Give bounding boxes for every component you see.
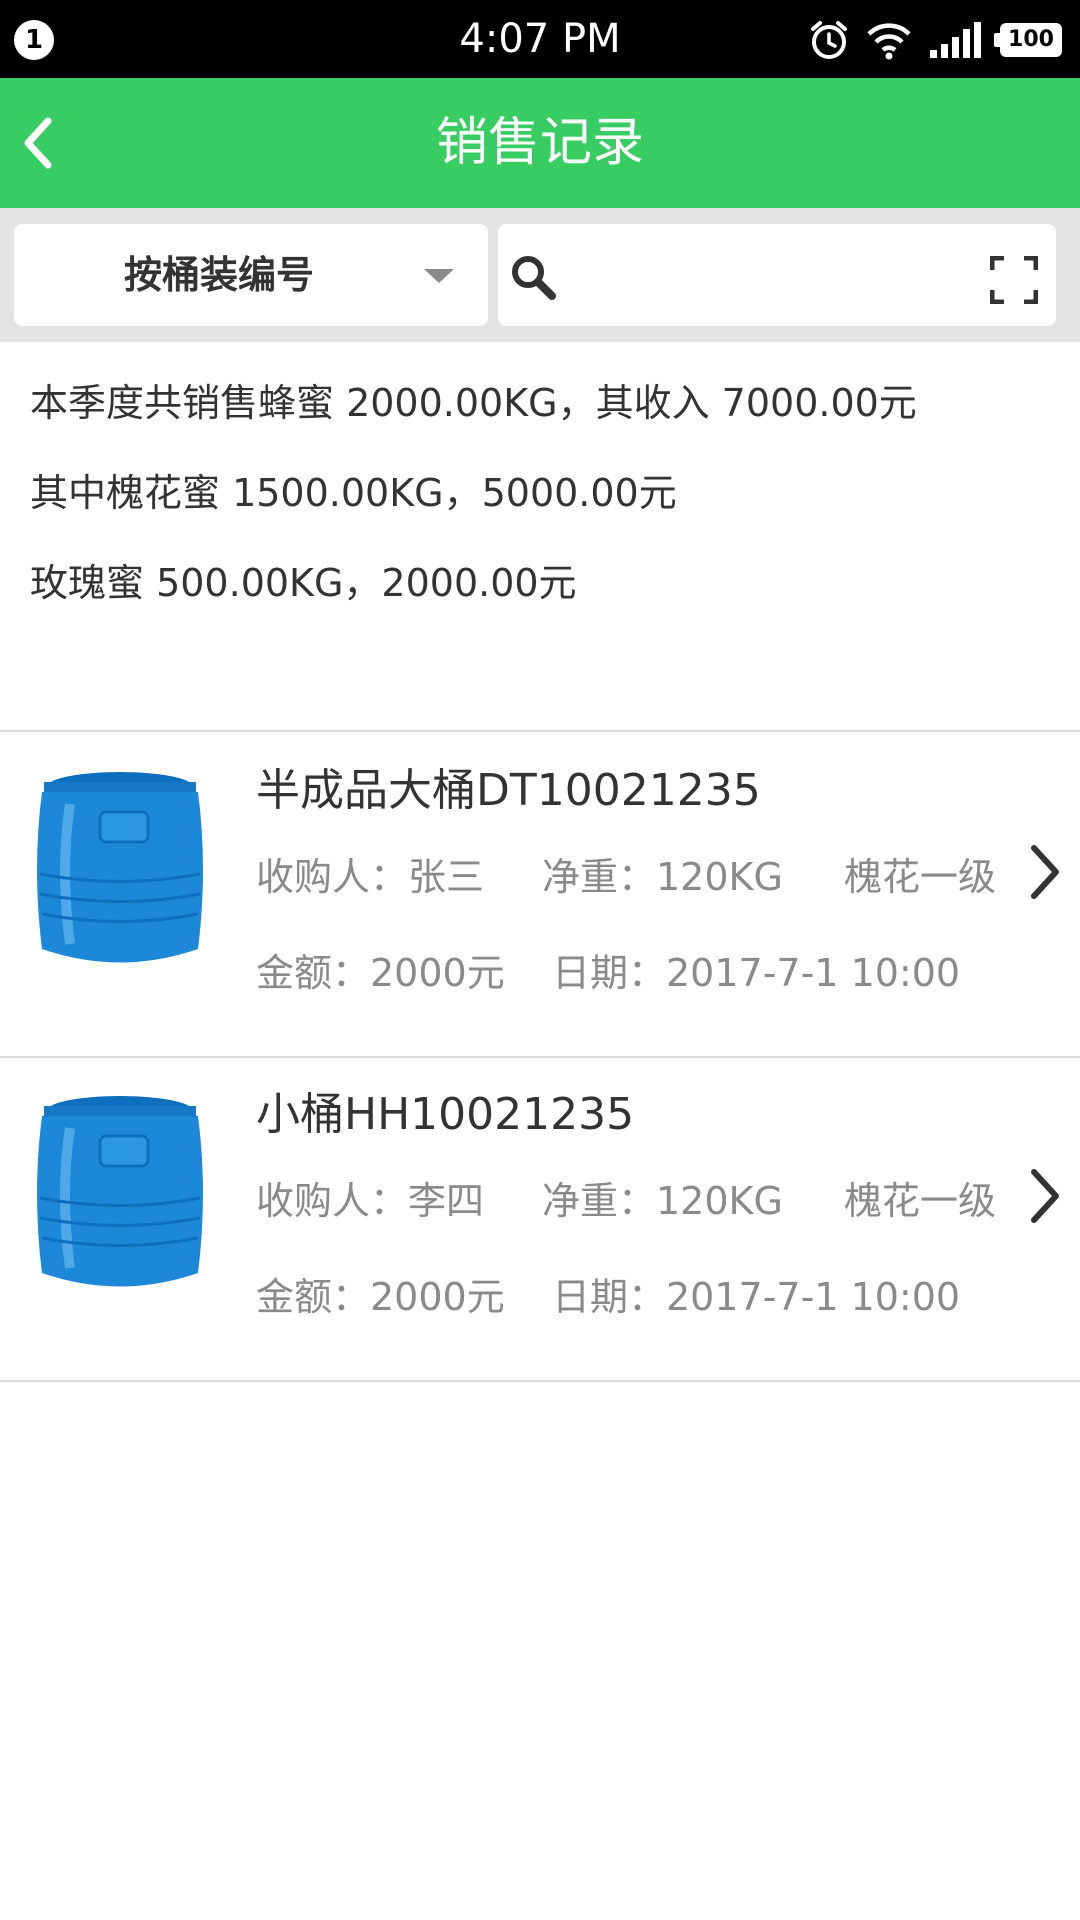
record-title: 小桶HH10021235 <box>256 1089 635 1140</box>
record-buyer: 收购人：李四 <box>256 1179 485 1223</box>
summary-locust-honey: 其中槐花蜜 1500.00KG，5000.00元 <box>30 471 677 515</box>
record-title: 半成品大桶DT10021235 <box>256 765 761 816</box>
record-buyer: 收购人：张三 <box>256 855 485 899</box>
app-header: 销售记录 <box>0 78 1080 208</box>
filter-type-select[interactable]: 按桶装编号 <box>14 224 488 326</box>
scan-icon[interactable] <box>990 256 1038 304</box>
record-amount: 金额：2000元 <box>256 1275 505 1319</box>
search-input[interactable] <box>568 244 968 306</box>
filter-type-label: 按桶装编号 <box>123 253 314 297</box>
back-arrow-icon <box>24 117 52 169</box>
summary-total: 本季度共销售蜂蜜 2000.00KG，其收入 7000.00元 <box>30 381 917 425</box>
search-icon <box>512 256 556 300</box>
filter-bar: 按桶装编号 <box>0 208 1080 342</box>
record-grade: 槐花一级 <box>844 855 997 899</box>
record-date: 日期：2017-7-1 10:00 <box>552 1275 961 1319</box>
search-box <box>498 224 1056 326</box>
record-weight: 净重：120KG <box>542 855 783 899</box>
sales-summary: 本季度共销售蜂蜜 2000.00KG，其收入 7000.00元 其中槐花蜜 15… <box>0 342 1080 732</box>
record-item[interactable]: 半成品大桶DT10021235 收购人：张三 净重：120KG 槐花一级 金额：… <box>0 734 1080 1058</box>
summary-rose-honey: 玫瑰蜜 500.00KG，2000.00元 <box>30 561 577 605</box>
record-item[interactable]: 小桶HH10021235 收购人：李四 净重：120KG 槐花一级 金额：200… <box>0 1058 1080 1382</box>
page-title: 销售记录 <box>435 113 644 173</box>
record-amount: 金额：2000元 <box>256 951 505 995</box>
back-button[interactable] <box>8 108 68 178</box>
wifi-icon <box>867 23 911 60</box>
record-date: 日期：2017-7-1 10:00 <box>552 951 961 995</box>
dropdown-arrow-icon <box>424 269 454 283</box>
record-weight: 净重：120KG <box>542 1179 783 1223</box>
signal-icon <box>930 22 981 58</box>
barrel-image <box>37 1096 203 1287</box>
chevron-right-icon <box>1031 1169 1059 1223</box>
alarm-icon <box>811 21 847 59</box>
battery-icon: 100 <box>994 23 1062 57</box>
status-icons: 100 <box>808 18 1062 62</box>
status-bar: 1 4:07 PM 100 <box>0 0 1080 78</box>
barrel-image <box>37 772 203 963</box>
chevron-right-icon <box>1031 845 1059 899</box>
record-grade: 槐花一级 <box>844 1179 997 1223</box>
